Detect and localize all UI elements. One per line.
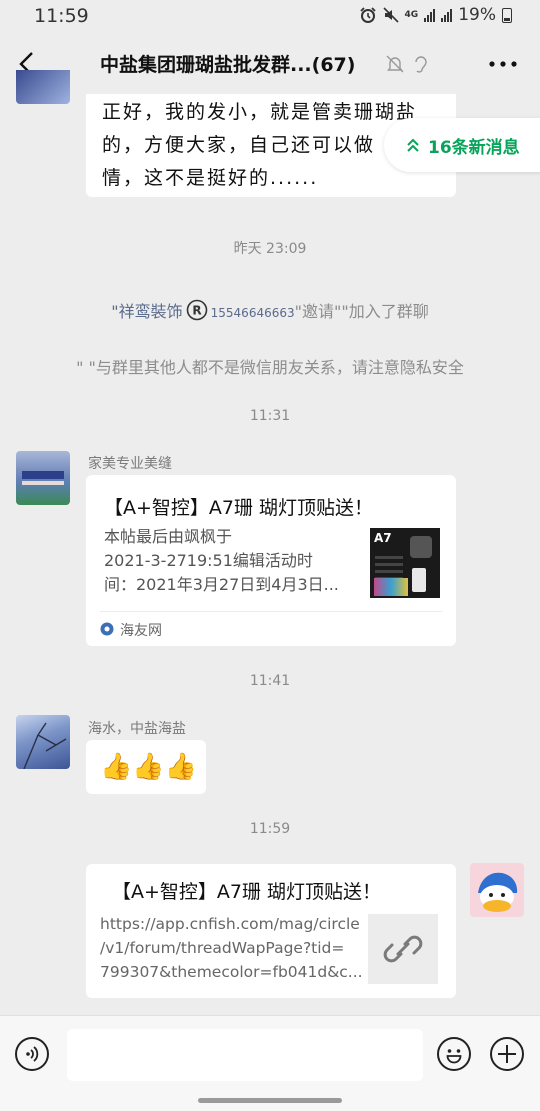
registered-icon: R xyxy=(186,299,207,321)
voice-button[interactable] xyxy=(15,1037,49,1071)
card-desc-line: 2021-3-2719:51编辑活动时 xyxy=(104,551,313,570)
message-bubble[interactable]: 👍👍👍 xyxy=(86,740,206,794)
new-messages-label: 16条新消息 xyxy=(428,137,520,158)
message-line: 的，方便大家，自己还可以做 xyxy=(102,134,376,156)
earpiece-icon xyxy=(415,56,427,73)
signal-icon xyxy=(424,8,436,22)
status-time: 11:59 xyxy=(34,5,89,27)
timestamp: 11:41 xyxy=(249,673,291,689)
card-thumbnail: A7 xyxy=(370,528,440,598)
more-functions-button[interactable] xyxy=(490,1037,524,1071)
card-desc-line: 本帖最后由飒枫于 xyxy=(104,527,233,546)
voice-icon xyxy=(26,1046,39,1062)
chat-header: 中盐集团珊瑚盐批发群...(67) xyxy=(0,32,540,94)
message-line: 正好，我的发小，就是管卖珊瑚盐 xyxy=(102,101,418,123)
card-desc-line: 间：2021年3月27日到4月3日... xyxy=(104,575,339,594)
plus-icon xyxy=(498,1045,516,1063)
sender-name: 海水，中盐海盐 xyxy=(88,721,186,737)
card-source: 海友网 xyxy=(120,623,162,639)
mute-bell-icon xyxy=(386,55,404,73)
avatar[interactable] xyxy=(16,70,70,104)
my-avatar[interactable] xyxy=(470,863,524,917)
smiley-icon xyxy=(446,1049,462,1064)
card-url-line: 799307&themecolor=fb041d&c... xyxy=(100,963,363,981)
chat-title: 中盐集团珊瑚盐批发群...(67) xyxy=(100,54,356,76)
message-input[interactable] xyxy=(67,1029,423,1081)
link-card[interactable]: 【A+智控】A7珊 瑚灯顶贴送！ 本帖最后由飒枫于 2021-3-2719:51… xyxy=(86,475,456,646)
status-bar: 11:59 4G 19% xyxy=(0,0,540,32)
home-indicator xyxy=(198,1098,342,1103)
timestamp: 11:31 xyxy=(249,408,291,424)
card-title: 【A+智控】A7珊 瑚灯顶贴送！ xyxy=(112,881,382,903)
card-url-line: https://app.cnfish.com/mag/circle xyxy=(100,915,360,933)
timestamp: 11:59 xyxy=(249,821,291,837)
svg-text:R: R xyxy=(192,304,201,318)
inviter-name[interactable]: "祥鸾裝饰 xyxy=(111,302,182,321)
mute-status-icon xyxy=(382,7,399,23)
avatar[interactable] xyxy=(16,451,70,505)
inviter-phone[interactable]: 15546646663 xyxy=(211,306,295,320)
thumbnail-label: A7 xyxy=(374,531,392,545)
card-title: 【A+智控】A7珊 瑚灯顶贴送！ xyxy=(104,497,374,519)
new-messages-button[interactable]: 16条新消息 xyxy=(384,118,540,172)
thumbs-up-emoji: 👍👍👍 xyxy=(100,752,198,782)
card-description: 本帖最后由飒枫于 2021-3-2719:51编辑活动时 间：2021年3月27… xyxy=(104,525,339,597)
alarm-icon xyxy=(359,7,376,23)
link-thumbnail xyxy=(368,914,438,984)
invite-text: "邀请""加入了群聊 xyxy=(294,302,429,321)
more-options-icon[interactable] xyxy=(486,50,520,78)
link-icon xyxy=(383,935,423,963)
avatar[interactable] xyxy=(16,715,70,769)
site-logo-icon xyxy=(100,622,114,636)
signal-icon xyxy=(441,8,453,22)
battery-percent: 19% xyxy=(458,5,496,25)
message-line: 情，这不是挺好的...... xyxy=(102,167,319,189)
network-type: 4G xyxy=(404,9,419,20)
status-icons: 4G 19% xyxy=(359,5,512,25)
double-chevron-up-icon xyxy=(407,138,419,152)
system-message-privacy: " "与群里其他人都不是微信朋友关系，请注意隐私安全 xyxy=(76,358,464,377)
system-message-invite: "祥鸾裝饰 R 15546646663"邀请""加入了群聊 xyxy=(0,298,540,322)
emoji-button[interactable] xyxy=(437,1037,471,1071)
card-url-line: /v1/forum/threadWapPage?tid= xyxy=(100,939,345,957)
timestamp: 昨天 23:09 xyxy=(233,241,307,257)
link-card[interactable]: 【A+智控】A7珊 瑚灯顶贴送！ https://app.cnfish.com/… xyxy=(86,864,456,998)
card-url: https://app.cnfish.com/mag/circle /v1/fo… xyxy=(100,912,363,984)
battery-icon xyxy=(502,7,512,23)
input-bar xyxy=(0,1015,540,1111)
sender-name: 家美专业美缝 xyxy=(88,456,172,472)
